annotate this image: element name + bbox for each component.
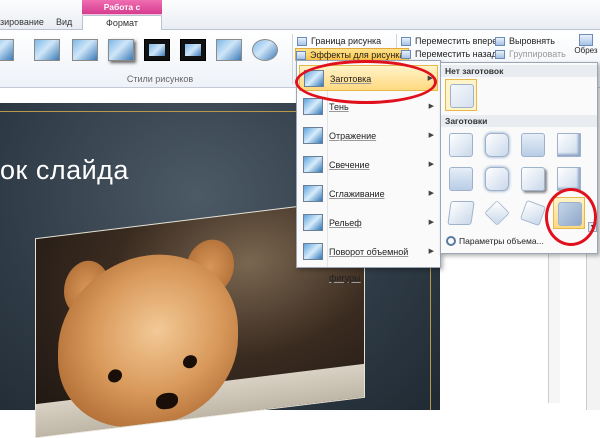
picture-dog-eye (183, 354, 197, 370)
menu-item-bevel[interactable]: Рельеф ▶ (299, 210, 438, 236)
tab-review[interactable]: зирование (0, 15, 44, 30)
preset-option[interactable] (553, 129, 585, 161)
shadow-effect-icon (303, 98, 323, 115)
submenu-arrow-icon: ▶ (428, 248, 434, 255)
align-button[interactable]: Выровнять (495, 35, 555, 48)
send-backward-icon (401, 50, 411, 59)
submenu-arrow-icon: ▶ (428, 161, 434, 168)
no-presets-header: Нет заготовок (441, 65, 597, 77)
style-thumb[interactable] (180, 39, 206, 61)
preset-option[interactable] (445, 129, 477, 161)
ribbon-tab-bar: Работа с рисунками зирование Вид Формат (0, 0, 600, 30)
submenu-arrow-icon: ▶ (428, 219, 434, 226)
picture-effects-icon (296, 51, 306, 60)
style-thumb[interactable] (72, 39, 98, 61)
crop-icon (579, 34, 593, 46)
presets-header: Заготовки (441, 115, 597, 127)
ribbon-separator (292, 34, 293, 84)
crop-button[interactable]: Обрез (572, 34, 600, 60)
align-icon (495, 37, 505, 46)
soft-edges-effect-icon (303, 185, 323, 202)
style-thumb[interactable] (216, 39, 242, 61)
picture-dog-eye (108, 368, 122, 384)
preset-option[interactable] (481, 197, 513, 229)
reflection-effect-icon (303, 127, 323, 144)
picture-dog-nose (156, 391, 178, 411)
preset-none-thumb (450, 84, 474, 108)
style-thumb[interactable] (0, 39, 14, 61)
submenu-arrow-icon: ▶ (428, 132, 434, 139)
style-thumb[interactable] (252, 39, 278, 61)
submenu-arrow-icon: ▶ (428, 190, 434, 197)
bring-forward-button[interactable]: Переместить вперед (401, 35, 502, 48)
style-thumb[interactable] (34, 39, 60, 61)
preset-option[interactable] (445, 163, 477, 195)
picture-border-icon (297, 37, 307, 46)
style-thumb[interactable] (144, 39, 170, 61)
preset-option[interactable] (517, 129, 549, 161)
menu-item-glow[interactable]: Свечение ▶ (299, 152, 438, 178)
submenu-arrow-icon: ▶ (428, 103, 434, 110)
group-icon (495, 50, 505, 59)
menu-item-reflection[interactable]: Отражение ▶ (299, 123, 438, 149)
preset-option[interactable] (481, 163, 513, 195)
3d-rotation-effect-icon (303, 243, 323, 260)
picture-styles-group-label: Стили рисунков (126, 74, 194, 84)
menu-item-3d-rotation[interactable]: Поворот объемной фигуры ▶ (299, 239, 438, 283)
picture-border-button[interactable]: Граница рисунка (297, 35, 381, 48)
callout-preset-menu-item (295, 60, 437, 104)
preset-option[interactable] (481, 129, 513, 161)
callout-highlighted-preset (545, 188, 597, 246)
bring-forward-icon (401, 37, 411, 46)
bevel-effect-icon (303, 214, 323, 231)
menu-item-soft-edges[interactable]: Сглаживание ▶ (299, 181, 438, 207)
context-tab-group-label: Работа с рисунками (82, 0, 162, 26)
preset-option[interactable] (445, 197, 477, 229)
picture-styles-gallery (0, 35, 290, 71)
glow-effect-icon (303, 156, 323, 173)
tab-format[interactable]: Формат (82, 15, 162, 30)
group-button[interactable]: Группировать (495, 48, 566, 61)
preset-option[interactable] (517, 163, 549, 195)
style-thumb[interactable] (108, 39, 134, 61)
gear-icon (446, 236, 456, 246)
tab-view[interactable]: Вид (56, 15, 78, 30)
slide-title[interactable]: ок слайда (0, 155, 129, 186)
preset-none[interactable] (445, 79, 477, 111)
